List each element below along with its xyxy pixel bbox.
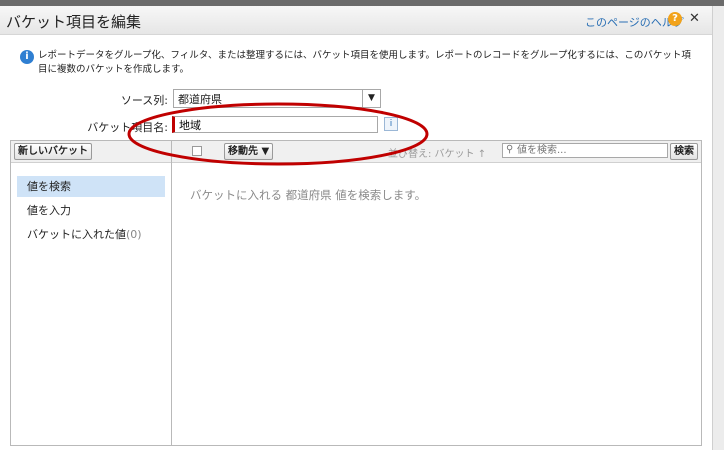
search-icon: ⚲ — [506, 144, 514, 155]
intro-text: レポートデータをグループ化、フィルタ、または整理するには、バケット項目を使用しま… — [38, 50, 691, 75]
nav-item-search-values[interactable]: 値を検索 — [17, 176, 165, 197]
red-annotation-ellipse — [127, 102, 429, 166]
search-button[interactable]: 検索 — [670, 143, 698, 160]
dialog-title: バケット項目を編集 — [6, 13, 142, 31]
close-icon[interactable]: ✕ — [689, 11, 700, 26]
bucket-workspace: 新しいバケット 値を検索 値を入力 バケットに入れた値(0) 移動先 ▼ 並び替… — [10, 140, 702, 446]
nav-item-bucketed-values[interactable]: バケットに入れた値(0) — [17, 224, 165, 245]
search-hint: バケットに入れる 都道府県 値を検索します。 — [190, 188, 427, 202]
nav-item-label: 値を入力 — [27, 204, 71, 217]
new-bucket-button[interactable]: 新しいバケット — [14, 143, 92, 160]
bucketed-count: (0) — [126, 228, 142, 241]
dialog-header: バケット項目を編集 このページのヘルプ ? ✕ — [0, 6, 712, 35]
nav-item-enter-values[interactable]: 値を入力 — [17, 200, 165, 221]
value-search-field[interactable]: ⚲ — [502, 143, 668, 158]
nav-item-label: 値を検索 — [27, 180, 71, 193]
info-icon: i — [20, 50, 34, 64]
bucket-list-pane: 新しいバケット 値を検索 値を入力 バケットに入れた値(0) — [11, 141, 172, 445]
help-icon[interactable]: ? — [668, 12, 682, 26]
background-strip — [713, 6, 724, 450]
value-search-input[interactable] — [517, 144, 665, 157]
nav-item-label: バケットに入れた値 — [27, 228, 126, 241]
